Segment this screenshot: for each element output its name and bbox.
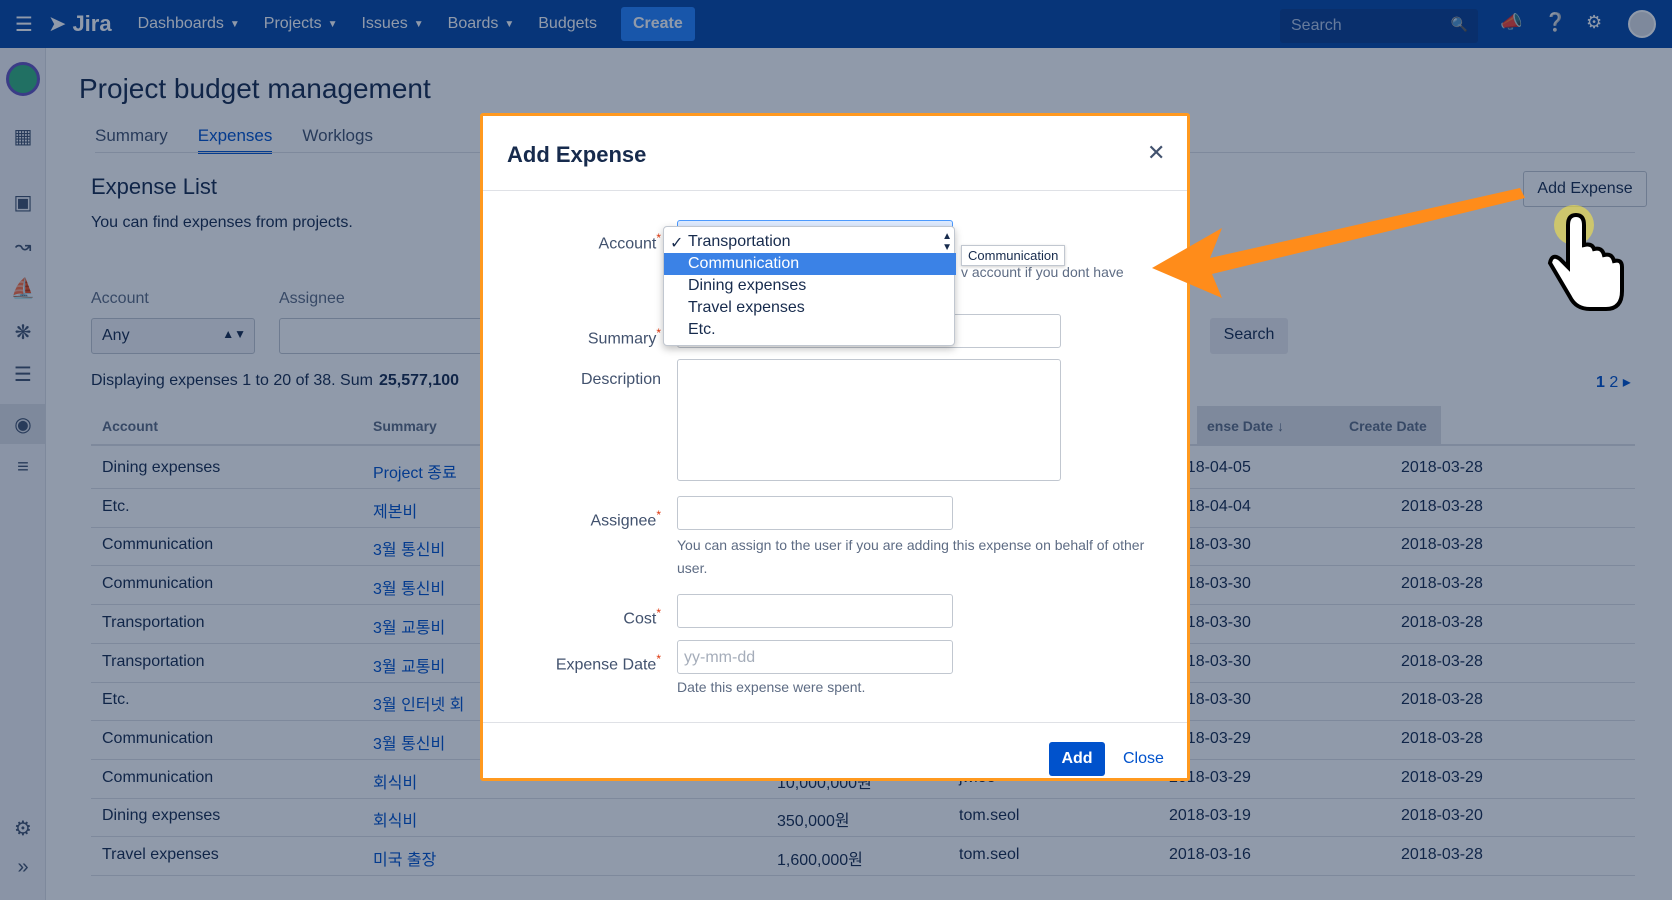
callout-arrow xyxy=(1152,188,1525,298)
pointer-hand-icon xyxy=(1547,205,1624,311)
callout-arrow-shape xyxy=(1152,188,1525,298)
